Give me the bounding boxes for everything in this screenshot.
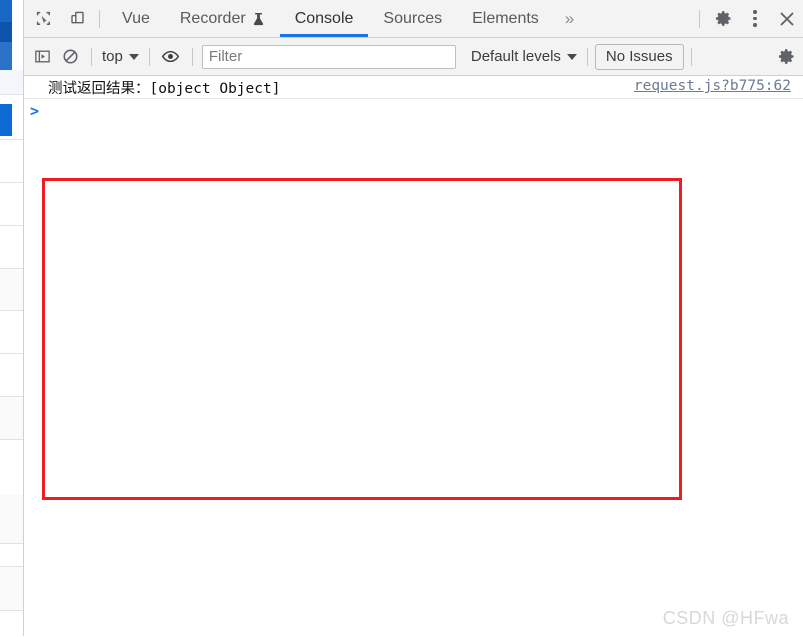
tab-console[interactable]: Console bbox=[280, 1, 369, 37]
page-band bbox=[0, 268, 24, 310]
page-blue-block bbox=[0, 104, 12, 136]
tab-label: Sources bbox=[383, 9, 443, 27]
tab-recorder[interactable]: Recorder bbox=[165, 1, 280, 37]
console-message-text: 测试返回结果：[object Object] bbox=[48, 80, 281, 97]
more-vertical-icon[interactable] bbox=[739, 1, 771, 37]
page-blue-block bbox=[0, 22, 12, 42]
page-row-divider bbox=[0, 268, 24, 269]
gear-icon[interactable] bbox=[769, 40, 803, 74]
page-row-divider bbox=[0, 439, 24, 440]
devtools-tabbar: Vue Recorder Console Sources Elements » bbox=[24, 0, 803, 38]
console-prompt-input[interactable] bbox=[39, 100, 803, 122]
page-blue-block bbox=[0, 0, 12, 22]
page-row-divider bbox=[0, 94, 24, 95]
console-message-source-link[interactable]: request.js?b775:62 bbox=[634, 78, 791, 94]
page-row-divider bbox=[0, 310, 24, 311]
console-prompt-row[interactable]: > bbox=[24, 99, 803, 123]
prompt-chevron-icon: > bbox=[30, 102, 40, 120]
page-row-divider bbox=[0, 225, 24, 226]
execution-context-selector[interactable]: top bbox=[99, 48, 142, 65]
tabbar-right-actions bbox=[692, 0, 803, 37]
execution-context-label: top bbox=[102, 48, 123, 65]
tab-label: Recorder bbox=[179, 9, 246, 27]
toolbar-divider bbox=[91, 47, 92, 66]
chevron-down-icon bbox=[128, 53, 139, 60]
tab-elements[interactable]: Elements bbox=[457, 1, 554, 37]
watermark-text: CSDN @HFwa bbox=[662, 608, 789, 628]
tab-vue[interactable]: Vue bbox=[107, 1, 165, 37]
console-message-list[interactable]: 测试返回结果：[object Object] request.js?b775:6… bbox=[24, 76, 803, 637]
tab-label: Console bbox=[294, 9, 354, 27]
issues-button[interactable]: No Issues bbox=[594, 43, 684, 70]
flask-icon bbox=[252, 12, 265, 26]
live-expression-icon[interactable] bbox=[157, 43, 185, 71]
page-row-divider bbox=[0, 182, 24, 183]
chevron-down-icon bbox=[566, 53, 577, 60]
log-levels-label: Default levels bbox=[470, 48, 561, 65]
page-row-divider bbox=[0, 610, 24, 611]
page-row-divider bbox=[0, 396, 24, 397]
toolbar-divider bbox=[690, 47, 692, 66]
tabbar-divider bbox=[699, 9, 700, 28]
console-toolbar: top Default levels No Issues bbox=[24, 38, 803, 76]
tab-overflow-button[interactable]: » bbox=[554, 1, 585, 37]
underlying-page-strip bbox=[0, 0, 24, 636]
gear-icon[interactable] bbox=[707, 1, 739, 37]
toolbar-divider bbox=[148, 47, 150, 66]
page-band bbox=[0, 70, 24, 94]
page-band bbox=[0, 566, 24, 610]
tab-sources[interactable]: Sources bbox=[368, 1, 457, 37]
close-icon[interactable] bbox=[771, 1, 803, 37]
filter-input[interactable] bbox=[201, 44, 456, 69]
page-band bbox=[0, 495, 24, 543]
page-row-divider bbox=[0, 566, 24, 567]
tabbar-divider bbox=[99, 9, 100, 28]
devtools-window: Vue Recorder Console Sources Elements » bbox=[24, 0, 803, 637]
annotation-red-box bbox=[42, 178, 682, 500]
inspect-element-icon[interactable] bbox=[28, 4, 58, 34]
console-message-row[interactable]: 测试返回结果：[object Object] request.js?b775:6… bbox=[24, 76, 803, 99]
toolbar-divider bbox=[191, 47, 193, 66]
device-toolbar-icon[interactable] bbox=[62, 4, 92, 34]
page-row-divider bbox=[0, 353, 24, 354]
clear-console-icon[interactable] bbox=[56, 43, 84, 71]
console-sidebar-icon[interactable] bbox=[28, 43, 56, 71]
page-row-divider bbox=[0, 139, 24, 140]
page-row-divider bbox=[0, 543, 24, 544]
toolbar-divider bbox=[586, 47, 588, 66]
log-levels-selector[interactable]: Default levels bbox=[468, 48, 580, 65]
page-band bbox=[0, 396, 24, 439]
page-blue-block bbox=[0, 42, 12, 70]
tab-label: Vue bbox=[122, 9, 150, 27]
tab-label: Elements bbox=[472, 9, 539, 27]
